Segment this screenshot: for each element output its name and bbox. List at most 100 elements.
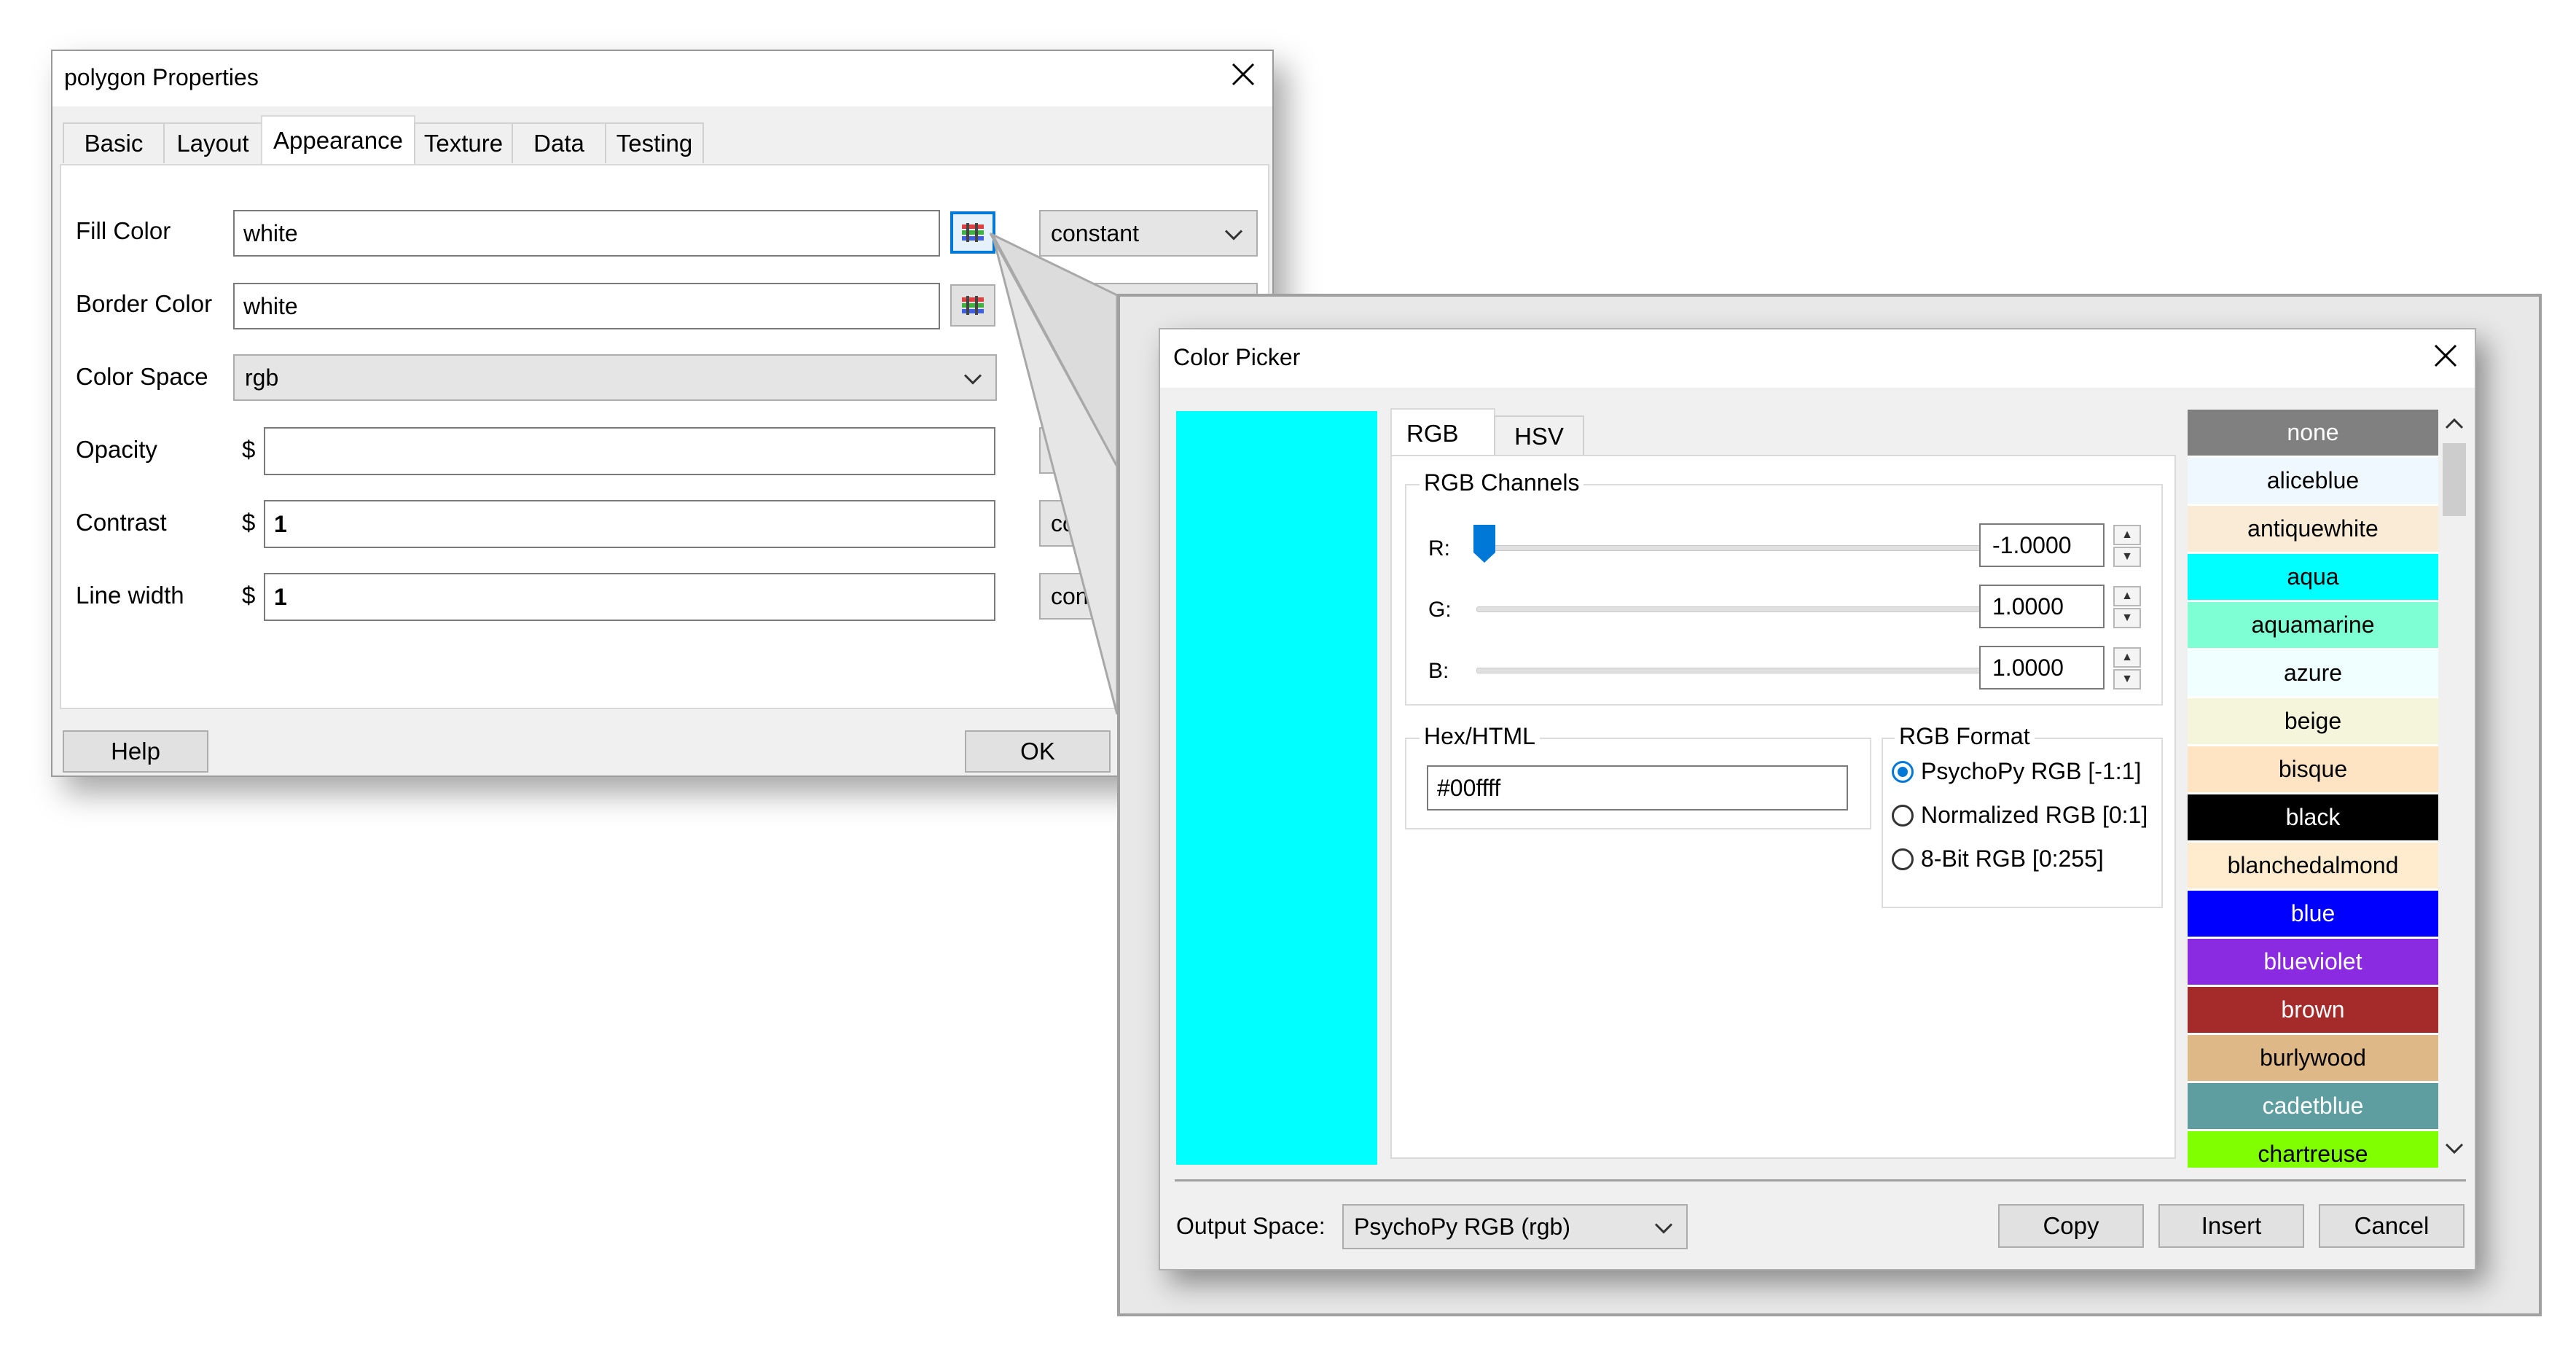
color-swatch-none[interactable]: none	[2188, 410, 2438, 456]
ok-button[interactable]: OK	[965, 730, 1111, 773]
color-space-value: rgb	[245, 364, 279, 391]
insert-button[interactable]: Insert	[2158, 1204, 2304, 1248]
border-color-input[interactable]: white	[233, 283, 940, 329]
color-swatch-antiquewhite[interactable]: antiquewhite	[2188, 506, 2438, 552]
opacity-code-prefix: $	[242, 436, 256, 463]
tab-hsv[interactable]: HSV	[1494, 415, 1584, 456]
red-slider-thumb[interactable]	[1472, 523, 1497, 568]
blue-spinner[interactable]: ▲ ▼	[2113, 647, 2141, 690]
chevron-up-icon[interactable]	[2444, 417, 2465, 434]
tab-appearance[interactable]: Appearance	[261, 115, 415, 165]
color-picker-dialog: Color Picker RGB HSV RGB Channels R: -1.…	[1159, 328, 2476, 1270]
color-swatch-black[interactable]: black	[2188, 794, 2438, 840]
green-channel-label: G:	[1428, 598, 1452, 622]
rgb-channels-title: RGB Channels	[1420, 469, 1584, 496]
opacity-input[interactable]	[264, 427, 995, 475]
chevron-down-icon[interactable]	[2444, 1142, 2465, 1159]
opacity-label: Opacity	[76, 436, 157, 463]
chevron-up-icon[interactable]: ▲	[2113, 525, 2141, 545]
color-swatch-aquamarine[interactable]: aquamarine	[2188, 602, 2438, 648]
chevron-down-icon[interactable]: ▼	[2113, 608, 2141, 628]
tab-layout[interactable]: Layout	[163, 122, 262, 163]
chevron-down-icon[interactable]: ▼	[2113, 547, 2141, 567]
format-psychopy-label: PsychoPy RGB [-1:1]	[1921, 758, 2142, 784]
format-normalized-radio[interactable]: Normalized RGB [0:1]	[1892, 802, 2148, 829]
contrast-code-prefix: $	[242, 509, 256, 536]
fill-color-picker-button[interactable]	[950, 211, 995, 254]
contrast-input[interactable]: 1	[264, 500, 995, 548]
output-space-value: PsychoPy RGB (rgb)	[1354, 1213, 1570, 1240]
color-swatch-blue[interactable]: blue	[2188, 891, 2438, 937]
radio-dot-icon	[1892, 848, 1914, 870]
line-width-input[interactable]: 1	[264, 573, 995, 621]
close-icon[interactable]	[2431, 341, 2460, 375]
color-swatch-aliceblue[interactable]: aliceblue	[2188, 458, 2438, 504]
line-width-mode-value: con	[1051, 582, 1089, 609]
tab-basic[interactable]: Basic	[63, 122, 165, 163]
help-button[interactable]: Help	[63, 730, 208, 773]
color-swatch-burlywood[interactable]: burlywood	[2188, 1035, 2438, 1081]
blue-channel-label: B:	[1428, 659, 1449, 683]
color-swatch-chartreuse[interactable]: chartreuse	[2188, 1131, 2438, 1168]
named-color-list: none aliceblue antiquewhite aqua aquamarine a…	[2188, 410, 2438, 1168]
color-space-label: Color Space	[76, 363, 208, 390]
contrast-mode-value: co	[1051, 509, 1076, 536]
cancel-button[interactable]: Cancel	[2319, 1204, 2465, 1248]
fill-color-mode-select[interactable]: constant	[1039, 210, 1258, 257]
color-swatch-cadetblue[interactable]: cadetblue	[2188, 1083, 2438, 1129]
format-psychopy-radio[interactable]: PsychoPy RGB [-1:1]	[1892, 758, 2141, 785]
line-width-label: Line width	[76, 582, 184, 609]
color-swatch-blueviolet[interactable]: blueviolet	[2188, 939, 2438, 985]
border-color-label: Border Color	[76, 290, 213, 317]
radio-dot-icon	[1892, 760, 1914, 783]
fill-color-label: Fill Color	[76, 217, 171, 244]
color-swatch-aqua[interactable]: aqua	[2188, 554, 2438, 600]
hex-title: Hex/HTML	[1420, 723, 1540, 750]
red-value-input[interactable]: -1.0000	[1979, 523, 2105, 567]
chevron-down-icon	[1654, 1214, 1673, 1241]
color-swatch-blanchedalmond[interactable]: blanchedalmond	[2188, 843, 2438, 888]
fill-color-input[interactable]: white	[233, 210, 940, 257]
format-8bit-label: 8-Bit RGB [0:255]	[1921, 845, 2104, 872]
color-space-select[interactable]: rgb	[233, 354, 997, 401]
output-space-label: Output Space:	[1176, 1213, 1326, 1239]
tab-rgb[interactable]: RGB	[1390, 408, 1495, 458]
chevron-down-icon	[963, 364, 982, 391]
border-color-picker-button[interactable]	[950, 284, 995, 327]
contrast-label: Contrast	[76, 509, 167, 536]
color-list-scrollbar[interactable]	[2440, 411, 2469, 1165]
close-icon[interactable]	[1229, 60, 1258, 94]
color-swatch-bisque[interactable]: bisque	[2188, 746, 2438, 792]
title-bar: Color Picker	[1160, 329, 2475, 388]
chevron-down-icon[interactable]: ▼	[2113, 669, 2141, 690]
tab-testing[interactable]: Testing	[605, 122, 704, 163]
tab-data[interactable]: Data	[512, 122, 606, 163]
hex-input[interactable]: #00ffff	[1427, 765, 1848, 811]
color-picker-icon	[962, 223, 984, 242]
chevron-up-icon[interactable]: ▲	[2113, 586, 2141, 606]
color-swatch-beige[interactable]: beige	[2188, 698, 2438, 744]
format-normalized-label: Normalized RGB [0:1]	[1921, 802, 2148, 828]
blue-value-input[interactable]: 1.0000	[1979, 646, 2105, 690]
red-spinner[interactable]: ▲ ▼	[2113, 525, 2141, 567]
rgb-panel: RGB Channels R: -1.0000 ▲ ▼ G: 1.0000 ▲ ▼ …	[1390, 455, 2176, 1159]
border-color-mode-value: consta	[1051, 292, 1120, 319]
output-space-select[interactable]: PsychoPy RGB (rgb)	[1342, 1204, 1688, 1249]
color-swatch-azure[interactable]: azure	[2188, 650, 2438, 696]
scrollbar-thumb[interactable]	[2443, 443, 2466, 516]
chevron-up-icon[interactable]: ▲	[2113, 647, 2141, 668]
green-slider-track	[1476, 606, 2039, 612]
dialog-title: Color Picker	[1173, 344, 1301, 370]
copy-button[interactable]: Copy	[1998, 1204, 2144, 1248]
green-value-input[interactable]: 1.0000	[1979, 585, 2105, 628]
color-swatch-brown[interactable]: brown	[2188, 987, 2438, 1033]
title-bar: polygon Properties	[52, 51, 1272, 106]
radio-dot-icon	[1892, 804, 1914, 827]
red-channel-label: R:	[1428, 536, 1450, 560]
green-spinner[interactable]: ▲ ▼	[2113, 586, 2141, 628]
color-picker-icon	[962, 296, 984, 315]
blue-slider-track	[1476, 668, 2039, 673]
tab-texture[interactable]: Texture	[414, 122, 513, 163]
fill-color-mode-value: constant	[1051, 219, 1139, 246]
format-8bit-radio[interactable]: 8-Bit RGB [0:255]	[1892, 845, 2104, 872]
